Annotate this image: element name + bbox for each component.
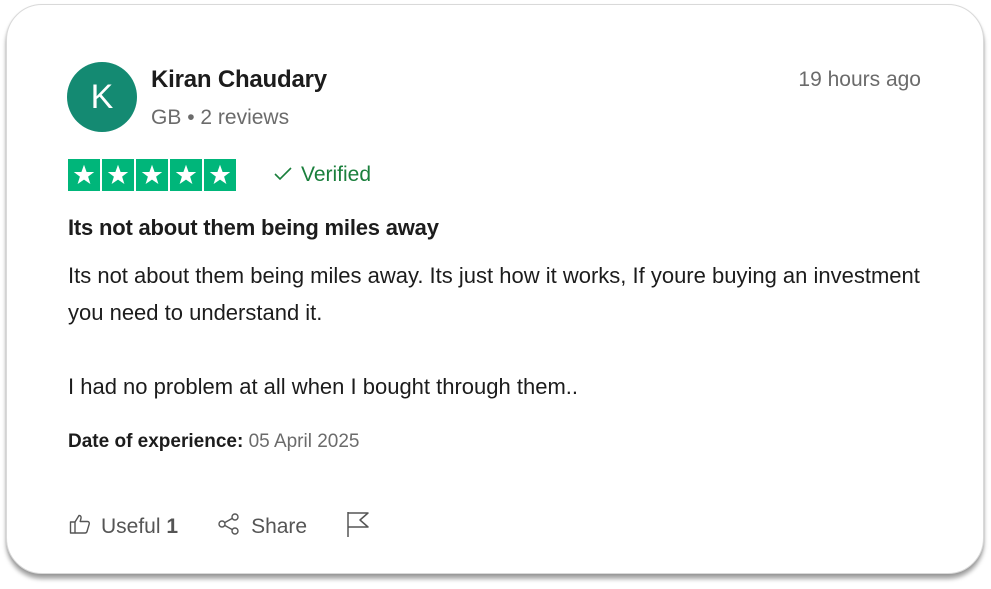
review-actions: Useful 1 Share	[68, 510, 371, 544]
share-button[interactable]: Share	[216, 512, 307, 542]
avatar[interactable]: K	[67, 62, 137, 132]
star-rating	[68, 159, 236, 191]
review-body: Its not about them being miles away. Its…	[68, 257, 928, 442]
report-button[interactable]	[345, 510, 371, 544]
share-label: Share	[251, 515, 308, 538]
useful-button[interactable]: Useful 1	[68, 512, 178, 542]
review-title[interactable]: Its not about them being miles away	[68, 215, 439, 241]
verified-label: Verified	[301, 163, 372, 186]
check-icon	[273, 163, 293, 187]
star-icon	[204, 159, 236, 191]
verified-badge[interactable]: Verified	[273, 163, 371, 187]
useful-label: Useful	[101, 515, 161, 538]
review-paragraph: Its not about them being miles away. Its…	[68, 263, 920, 325]
star-icon	[170, 159, 202, 191]
useful-count: 1	[166, 515, 179, 538]
date-of-experience-value: 05 April 2025	[248, 431, 360, 452]
review-paragraph: I had no problem at all when I bought th…	[68, 374, 578, 399]
review-card: K Kiran Chaudary GB • 2 reviews 19 hours…	[6, 4, 984, 574]
star-icon	[136, 159, 168, 191]
reviewer-meta: GB • 2 reviews	[151, 106, 289, 130]
date-of-experience-label: Date of experience:	[68, 431, 244, 452]
star-icon	[68, 159, 100, 191]
reviewer-name[interactable]: Kiran Chaudary	[151, 66, 327, 94]
avatar-initial: K	[90, 77, 114, 116]
reviewer-country: GB	[151, 106, 182, 129]
meta-separator: •	[187, 106, 195, 129]
flag-icon	[345, 510, 371, 544]
star-icon	[102, 159, 134, 191]
date-of-experience: Date of experience: 05 April 2025	[68, 431, 360, 453]
reviewer-review-count: 2 reviews	[200, 106, 290, 129]
review-timestamp: 19 hours ago	[798, 68, 921, 91]
share-icon	[216, 512, 242, 542]
thumbs-up-icon	[68, 512, 92, 542]
